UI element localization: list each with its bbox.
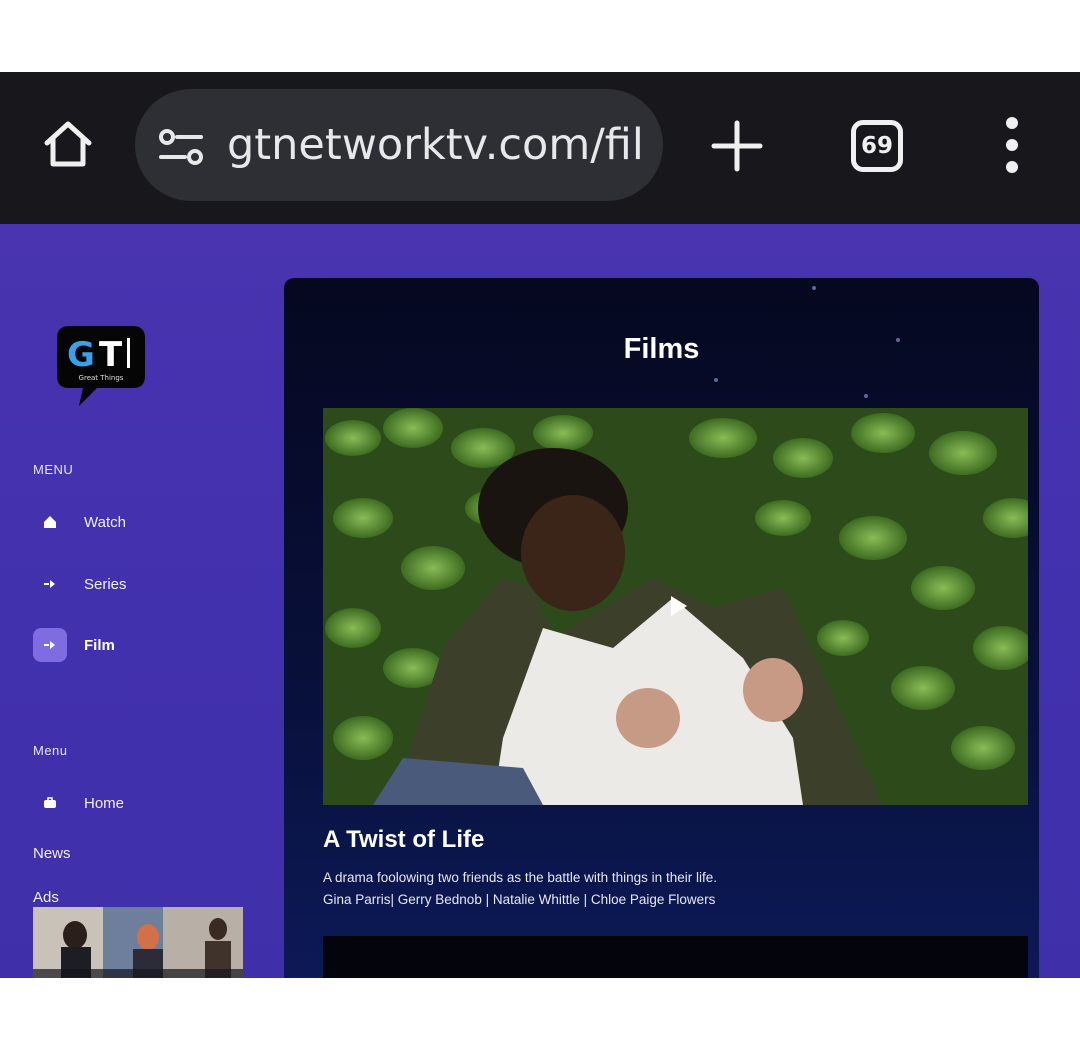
status-area <box>0 0 1080 72</box>
sidebar-item-watch[interactable]: Watch <box>33 505 126 539</box>
arrow-right-icon <box>44 580 55 588</box>
plus-icon[interactable] <box>708 117 766 175</box>
film-description: A drama foolowing two friends as the bat… <box>323 870 717 885</box>
sidebar-link-ads[interactable]: Ads <box>33 889 59 906</box>
home-icon <box>44 121 92 167</box>
sidebar-item-label: Watch <box>84 513 126 531</box>
site-page: G T Great Things MENU Watch Series Film … <box>0 224 1080 978</box>
sidebar-item-label: Series <box>84 575 127 593</box>
sidebar-item-film[interactable]: Film <box>33 628 115 662</box>
film-thumbnail[interactable] <box>323 408 1028 805</box>
page-title: Films <box>623 333 700 365</box>
arrow-right-icon <box>44 641 55 649</box>
briefcase-icon <box>44 797 56 808</box>
site-logo[interactable]: G T Great Things <box>55 324 147 408</box>
films-panel: Films A Twist of Life A drama foolowing … <box>284 278 1039 978</box>
tabs-icon[interactable]: 69 <box>851 120 903 172</box>
sidebar-item-series[interactable]: Series <box>33 567 127 601</box>
svg-text:G: G <box>67 335 95 375</box>
browser-toolbar: gtnetworktv.com/film 69 <box>0 72 1080 224</box>
ad-thumbnail[interactable] <box>33 907 243 978</box>
sidebar-item-label: Film <box>84 636 115 654</box>
sidebar-item-label: Home <box>84 794 125 812</box>
film-cast: Gina Parris| Gerry Bednob | Natalie Whit… <box>323 892 716 907</box>
play-icon[interactable] <box>666 594 690 618</box>
menu2-heading: Menu <box>33 743 68 758</box>
next-film-thumbnail[interactable] <box>323 936 1028 978</box>
film-title[interactable]: A Twist of Life <box>323 826 484 854</box>
svg-text:Great Things: Great Things <box>79 374 124 382</box>
bottom-area <box>0 978 1080 1057</box>
menu-heading: MENU <box>33 462 74 477</box>
sidebar-link-news[interactable]: News <box>33 845 71 862</box>
more-vert-icon[interactable] <box>998 117 1026 173</box>
home-icon <box>44 516 56 528</box>
sidebar-item-home[interactable]: Home <box>33 786 124 820</box>
tune-icon[interactable] <box>157 127 205 167</box>
address-bar[interactable]: gtnetworktv.com/film <box>135 89 663 201</box>
url-text[interactable]: gtnetworktv.com/film <box>227 119 643 171</box>
home-button[interactable] <box>36 112 100 176</box>
svg-text:T: T <box>99 335 123 375</box>
